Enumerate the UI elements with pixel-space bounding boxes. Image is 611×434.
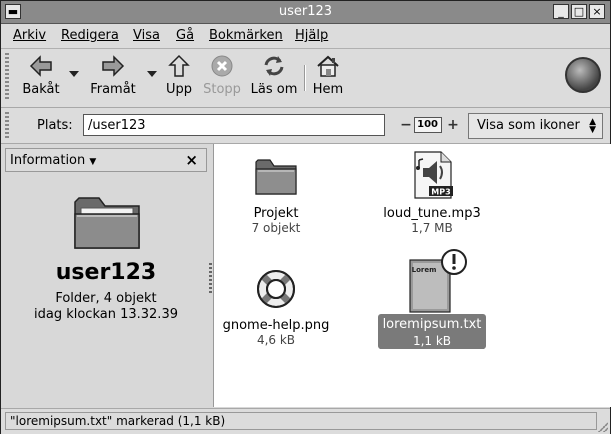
status-bar: "loremipsum.txt" markerad (1,1 kB) — [1, 408, 610, 434]
side-pane-close-button[interactable]: × — [185, 151, 198, 169]
maximize-button[interactable]: □ — [571, 4, 587, 19]
file-manager-window: ▬ user123 _ □ × Arkiv Redigera Visa Gå B… — [0, 0, 611, 434]
file-size: 1,7 MB — [411, 221, 453, 235]
toolbar-handle[interactable] — [5, 53, 9, 101]
status-text: "loremipsum.txt" markerad (1,1 kB) — [5, 412, 597, 430]
lifebuoy-icon — [257, 270, 295, 308]
menu-visa[interactable]: Visa — [133, 28, 160, 43]
stop-label: Stopp — [203, 82, 241, 97]
file-size: 1,1 kB — [379, 333, 485, 349]
side-pane-title: Information — [10, 153, 86, 168]
side-pane-folder-name: user123 — [55, 260, 157, 285]
location-input[interactable] — [83, 114, 385, 136]
zoom-level[interactable]: 100 — [414, 117, 442, 133]
file-item-gnome-help[interactable]: gnome-help.png 4,6 kB — [216, 266, 336, 347]
forward-history-dropdown[interactable] — [147, 71, 157, 77]
file-size: 7 objekt — [251, 221, 301, 235]
menu-hjalp[interactable]: Hjälp — [295, 28, 328, 43]
menu-ga[interactable]: Gå — [176, 28, 194, 43]
file-icon-view[interactable]: Projekt 7 objekt MP3 loud_tune.mp3 1,7 M… — [213, 144, 611, 407]
side-pane-date: idag klockan 13.32.39 — [34, 307, 178, 322]
lorem-badge: Lorem — [412, 266, 437, 274]
updown-arrows-icon: ▲ ▼ — [589, 117, 596, 135]
file-item-loud-tune[interactable]: MP3 loud_tune.mp3 1,7 MB — [372, 150, 492, 235]
side-pane-header[interactable]: Information ▼ × — [5, 148, 207, 172]
throbber-icon — [565, 57, 601, 93]
file-item-projekt[interactable]: Projekt 7 objekt — [216, 152, 336, 235]
forward-button[interactable]: Framåt — [87, 53, 139, 103]
view-as-select[interactable]: Visa som ikoner ▲ ▼ — [468, 113, 603, 139]
arrow-up-icon — [168, 54, 190, 77]
location-bar-handle[interactable] — [5, 112, 9, 138]
title-bar[interactable]: ▬ user123 _ □ × — [1, 1, 610, 24]
home-button[interactable]: Hem — [310, 53, 346, 103]
text-file-icon: Lorem — [409, 249, 467, 313]
side-pane: Information ▼ × user123 Folder, 4 objekt… — [1, 144, 211, 407]
file-name: Projekt — [253, 206, 299, 221]
toolbar-separator — [304, 65, 306, 91]
view-as-value: Visa som ikoner — [477, 118, 580, 133]
mp3-file-icon: MP3 — [414, 151, 453, 199]
location-label: Plats: — [37, 118, 73, 133]
side-pane-selector[interactable]: Information ▼ — [10, 153, 96, 168]
folder-icon — [255, 159, 297, 195]
arrow-right-icon — [102, 55, 125, 77]
menu-redigera[interactable]: Redigera — [61, 28, 119, 43]
menu-bokmarken[interactable]: Bokmärken — [209, 28, 283, 43]
folder-large-icon — [74, 197, 140, 249]
up-button[interactable]: Upp — [164, 53, 194, 103]
file-name: gnome-help.png — [222, 318, 330, 333]
file-size: 4,6 kB — [256, 333, 296, 347]
forward-label: Framåt — [90, 82, 136, 97]
zoom-in-button[interactable]: + — [447, 118, 459, 132]
close-button[interactable]: × — [589, 4, 605, 19]
minimize-button[interactable]: _ — [553, 4, 569, 19]
mp3-badge: MP3 — [431, 188, 450, 197]
reload-button[interactable]: Läs om — [249, 53, 299, 103]
arrow-left-icon — [29, 55, 52, 77]
reload-icon — [264, 56, 284, 76]
file-name: loremipsum.txt — [379, 316, 485, 333]
file-item-loremipsum[interactable]: Lorem loremipsum.txt 1,1 kB — [372, 248, 492, 349]
resize-grip-icon[interactable] — [598, 422, 608, 432]
pane-resize-grip[interactable] — [209, 263, 212, 293]
menu-bar: Arkiv Redigera Visa Gå Bokmärken Hjälp — [1, 24, 610, 49]
menu-arkiv[interactable]: Arkiv — [13, 28, 46, 43]
window-title: user123 — [278, 4, 333, 19]
reload-label: Läs om — [250, 82, 298, 97]
location-bar: Plats: − 100 + Visa som ikoner ▲▼ — [1, 108, 610, 144]
side-pane-type: Folder, 4 objekt — [55, 291, 157, 306]
back-button[interactable]: Bakåt — [19, 53, 63, 103]
selected-label: loremipsum.txt 1,1 kB — [377, 314, 487, 349]
back-label: Bakåt — [22, 82, 60, 97]
up-label: Upp — [165, 82, 193, 97]
home-icon — [317, 55, 339, 77]
zoom-out-button[interactable]: − — [400, 118, 412, 132]
home-label: Hem — [312, 82, 344, 97]
stop-icon — [211, 55, 233, 77]
toolbar: Bakåt Framåt Upp Stopp Läs om Hem — [1, 49, 610, 108]
triangle-down-icon: ▼ — [89, 157, 97, 167]
stop-button[interactable]: Stopp — [201, 53, 243, 103]
back-history-dropdown[interactable] — [69, 71, 79, 77]
file-name: loud_tune.mp3 — [383, 206, 481, 221]
